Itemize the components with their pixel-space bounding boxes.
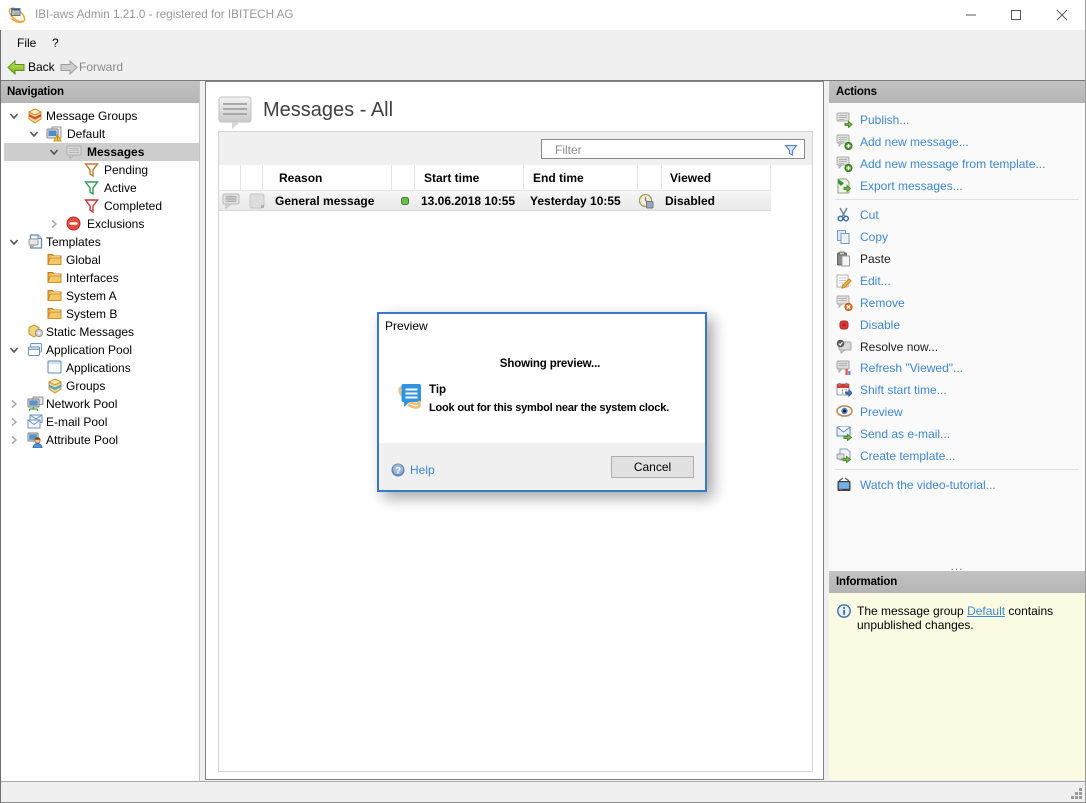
- svg-text:!: !: [57, 136, 59, 142]
- svg-text:?: ?: [395, 466, 401, 477]
